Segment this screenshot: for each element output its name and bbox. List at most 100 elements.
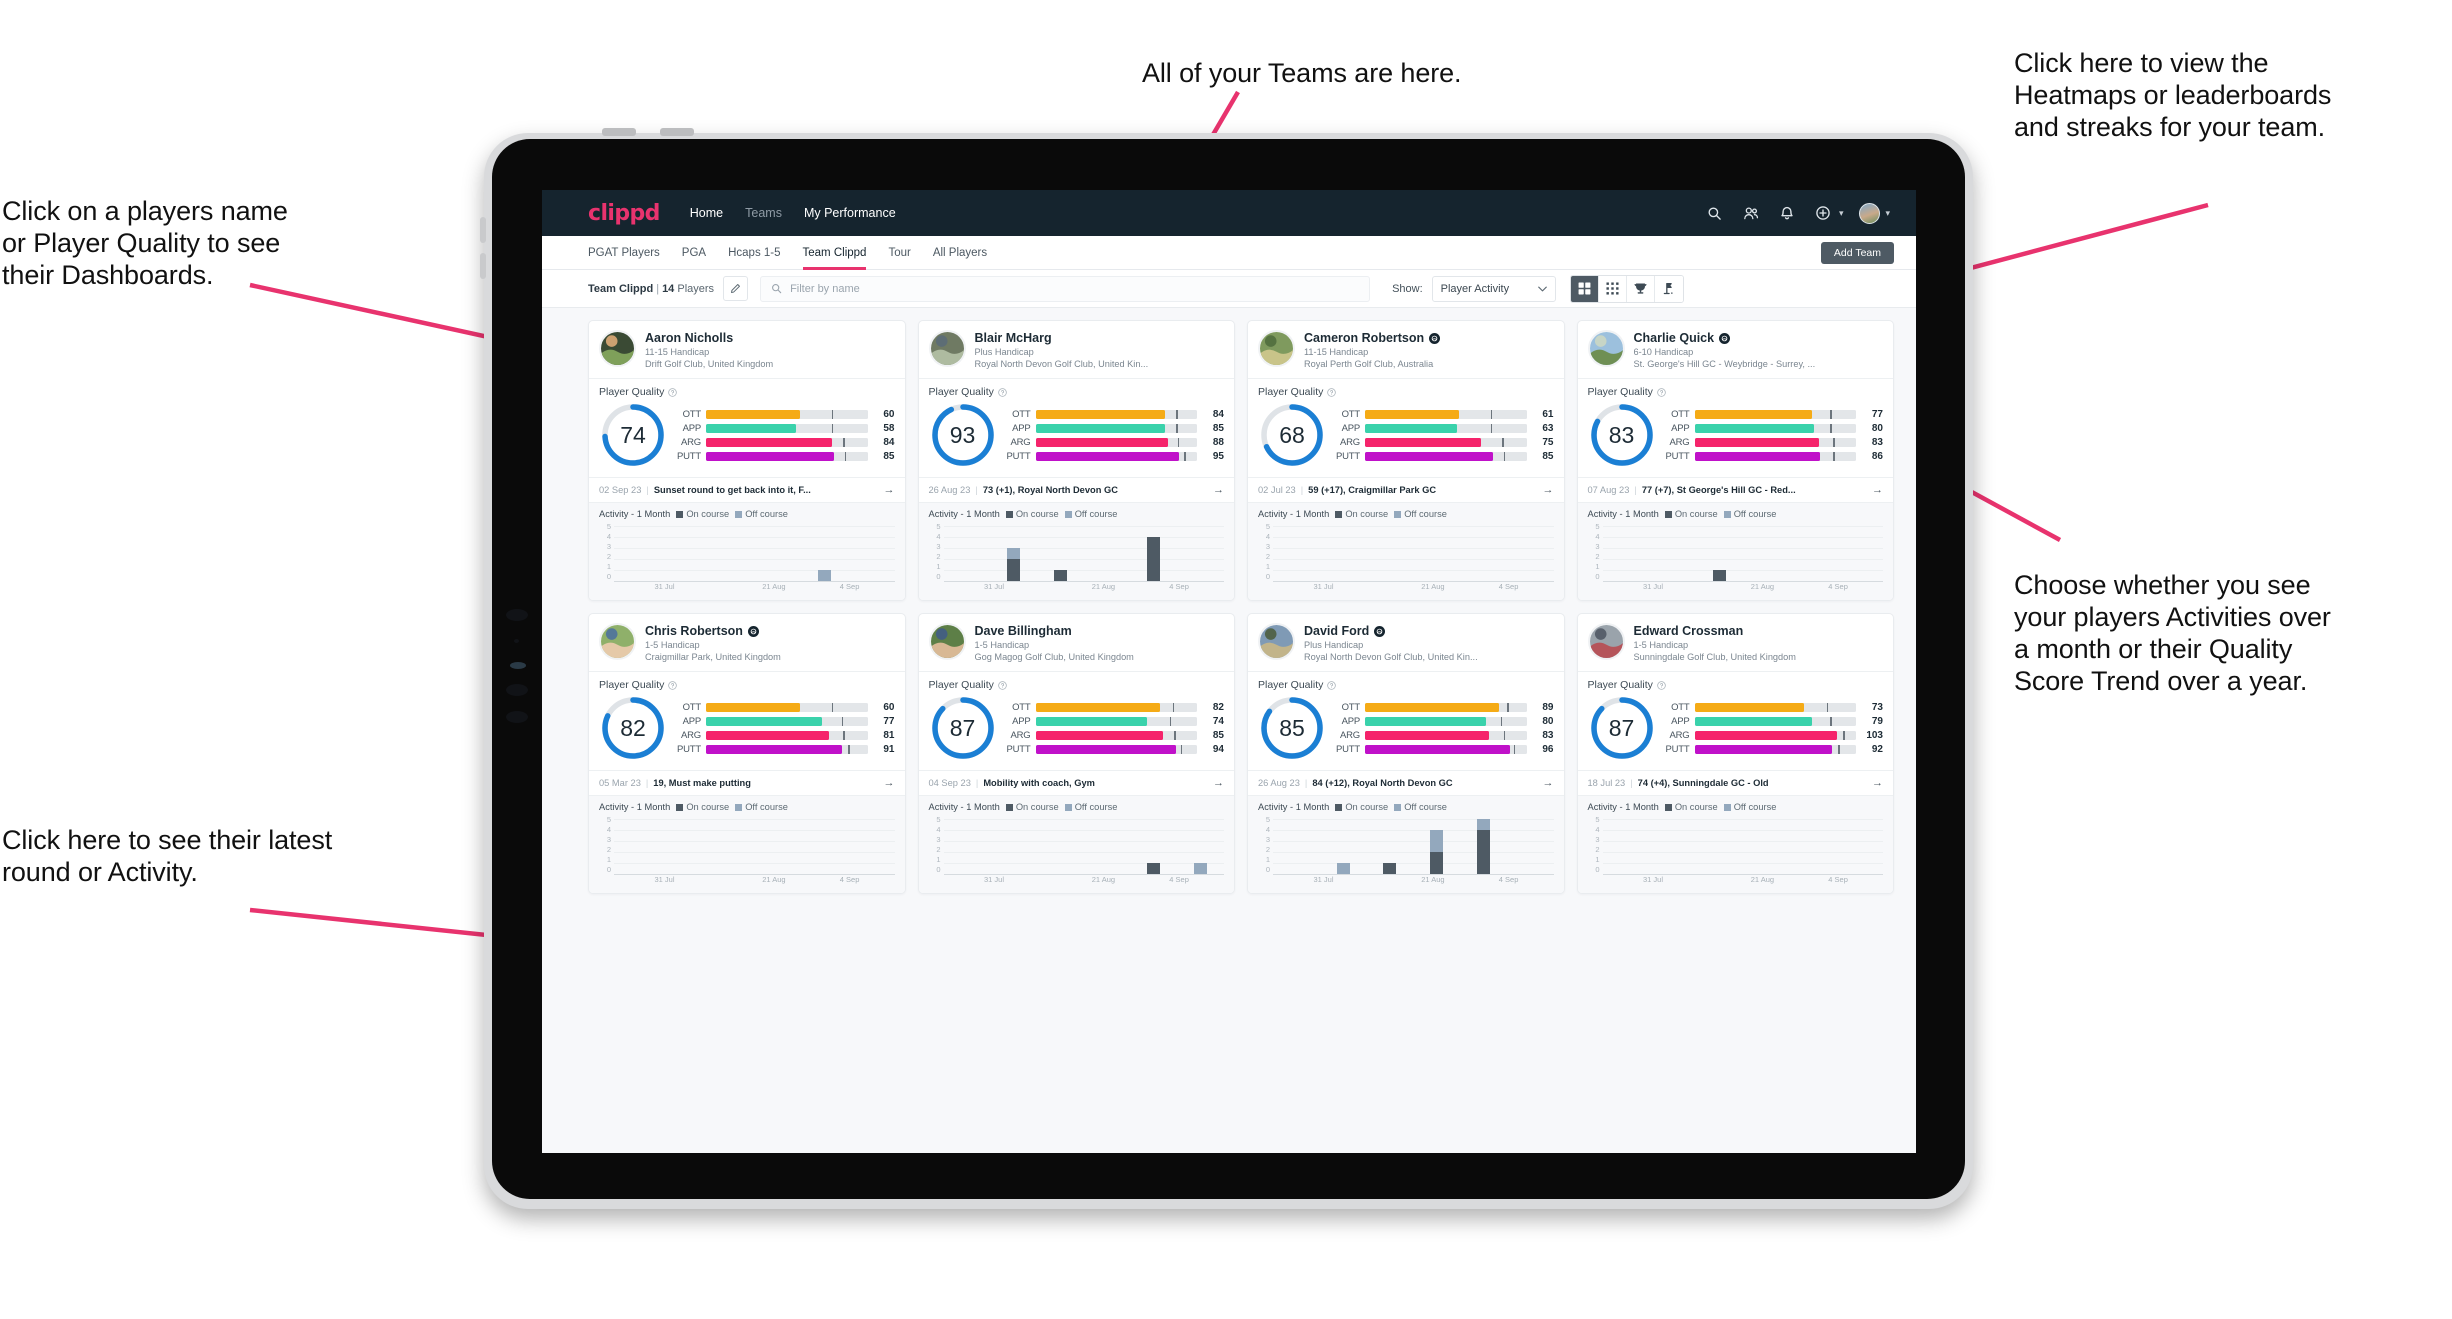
add-team-button[interactable]: Add Team [1820, 241, 1894, 264]
nav-link-teams[interactable]: Teams [745, 206, 782, 220]
activity-bar-slot [1367, 819, 1414, 874]
arrow-right-icon[interactable]: → [1872, 777, 1883, 789]
activity-bar-slot [1790, 819, 1837, 874]
quality-ring[interactable]: 74 [599, 401, 667, 469]
latest-round-row[interactable]: 07 Aug 23 | 77 (+7), St George's Hill GC… [1577, 477, 1893, 502]
plus-circle-icon[interactable] [1810, 200, 1836, 226]
player-quality-section[interactable]: Player Quality 87 OTT 82 APP 74 ARG 85 P… [919, 672, 1235, 770]
latest-round-row[interactable]: 02 Sep 23 | Sunset round to get back int… [589, 477, 905, 502]
player-name[interactable]: David Ford [1304, 624, 1478, 638]
player-quality-section[interactable]: Player Quality 82 OTT 60 APP 77 ARG 81 P… [589, 672, 905, 770]
side-button-bottom[interactable] [480, 253, 486, 279]
player-name[interactable]: Blair McHarg [975, 331, 1149, 345]
grid-view-icon[interactable] [1570, 275, 1599, 302]
dense-grid-view-icon[interactable] [1598, 275, 1627, 302]
show-select[interactable]: Player Activity [1431, 275, 1556, 302]
arrow-right-icon[interactable]: → [1213, 777, 1224, 789]
latest-round-row[interactable]: 26 Aug 23 | 73 (+1), Royal North Devon G… [918, 477, 1234, 502]
avatar[interactable] [928, 623, 966, 660]
search-icon[interactable] [1702, 200, 1728, 226]
player-name[interactable]: Aaron Nicholls [645, 331, 773, 345]
tab-tour[interactable]: Tour [888, 236, 910, 270]
search-input[interactable]: Filter by name [760, 275, 1371, 302]
people-icon[interactable] [1738, 200, 1764, 226]
player-quality-section[interactable]: Player Quality 83 OTT 77 APP 80 ARG 83 P… [1578, 379, 1894, 477]
latest-round-row[interactable]: 18 Jul 23 | 74 (+4), Sunningdale GC - Ol… [1577, 770, 1893, 795]
tab-team-clippd[interactable]: Team Clippd [802, 236, 866, 270]
player-name[interactable]: Edward Crossman [1634, 624, 1796, 638]
metric-label: ARG [681, 436, 701, 448]
player-card[interactable]: Cameron Robertson 11-15 Handicap Royal P… [1247, 320, 1565, 601]
nav-link-my-performance[interactable]: My Performance [804, 206, 896, 220]
player-card[interactable]: Dave Billingham 1-5 Handicap Gog Magog G… [917, 613, 1235, 894]
avatar[interactable] [1856, 200, 1882, 226]
arrow-right-icon[interactable]: → [1213, 484, 1224, 496]
avatar[interactable] [1587, 330, 1625, 367]
avatar[interactable] [928, 330, 966, 367]
nav-link-home[interactable]: Home [690, 206, 723, 220]
player-quality-label: Player Quality [599, 386, 895, 398]
avatar[interactable] [1258, 330, 1295, 367]
avatar[interactable] [1258, 623, 1295, 660]
tab-all-players[interactable]: All Players [933, 236, 987, 270]
player-handicap: Plus Handicap [974, 347, 1034, 357]
player-card[interactable]: Aaron Nicholls 11-15 Handicap Drift Golf… [588, 320, 906, 601]
latest-round-row[interactable]: 02 Jul 23 | 59 (+17), Craigmillar Park G… [1248, 477, 1564, 502]
player-quality-label: Player Quality [929, 679, 1225, 691]
player-card[interactable]: Edward Crossman 1-5 Handicap Sunningdale… [1576, 613, 1894, 894]
player-card[interactable]: David Ford Plus Handicap Royal North Dev… [1247, 613, 1565, 894]
quality-ring[interactable]: 87 [1588, 694, 1656, 762]
tab-pgat-players[interactable]: PGAT Players [588, 236, 660, 270]
latest-round-row[interactable]: 26 Aug 23 | 84 (+12), Royal North Devon … [1248, 770, 1564, 795]
tab-hcaps-1-5[interactable]: Hcaps 1-5 [728, 236, 780, 270]
arrow-right-icon[interactable]: → [1872, 484, 1883, 496]
chart-plot [614, 526, 895, 582]
player-club: St. George's Hill GC - Weybridge - Surre… [1633, 359, 1816, 369]
player-quality-section[interactable]: Player Quality 85 OTT 89 APP 80 ARG 83 P… [1248, 672, 1564, 770]
side-button-top[interactable] [480, 217, 486, 243]
volume-down-button[interactable] [660, 128, 694, 136]
player-card[interactable]: Charlie Quick 6-10 Handicap St. George's… [1576, 320, 1894, 601]
arrow-right-icon[interactable]: → [884, 484, 895, 496]
player-quality-section[interactable]: Player Quality 87 OTT 73 APP 79 ARG 103 … [1578, 672, 1894, 770]
player-quality-section[interactable]: Player Quality 74 OTT 60 APP 58 ARG 84 P… [589, 379, 905, 477]
activity-bar-slot [944, 819, 991, 874]
quality-ring[interactable]: 83 [1588, 401, 1656, 469]
player-name[interactable]: Charlie Quick [1634, 331, 1816, 345]
quality-ring[interactable]: 87 [929, 694, 997, 762]
player-card[interactable]: Chris Robertson 1-5 Handicap Craigmillar… [588, 613, 906, 894]
bell-icon[interactable] [1774, 200, 1800, 226]
latest-round-row[interactable]: 05 Mar 23 | 19, Must make putting → [589, 770, 905, 795]
edit-team-button[interactable] [723, 276, 749, 301]
player-name[interactable]: Dave Billingham [975, 624, 1134, 638]
player-card[interactable]: Blair McHarg Plus Handicap Royal North D… [917, 320, 1235, 601]
avatar[interactable] [599, 623, 636, 660]
player-name[interactable]: Chris Robertson [645, 624, 781, 638]
metric-label: APP [1012, 422, 1031, 434]
legend-off-course: Off course [1064, 802, 1117, 812]
quality-ring[interactable]: 82 [599, 694, 667, 762]
avatar[interactable] [1587, 623, 1625, 660]
clippd-logo[interactable]: clippd [588, 201, 660, 226]
tab-pga[interactable]: PGA [682, 236, 706, 270]
avatar-chevron-down-icon[interactable]: ▾ [1885, 208, 1890, 219]
quality-ring[interactable]: 68 [1258, 401, 1326, 469]
arrow-right-icon[interactable]: → [884, 777, 895, 789]
player-quality-section[interactable]: Player Quality 68 OTT 61 APP 63 ARG 75 P… [1248, 379, 1564, 477]
arrow-right-icon[interactable]: → [1543, 777, 1554, 789]
player-name[interactable]: Cameron Robertson [1304, 331, 1441, 345]
quality-score: 87 [1608, 714, 1635, 741]
avatar[interactable] [599, 330, 636, 367]
trophy-view-icon[interactable] [1626, 275, 1655, 302]
quality-ring[interactable]: 93 [929, 401, 997, 469]
course-flag-view-icon[interactable] [1654, 275, 1683, 302]
metric-label: ARG [1669, 729, 1690, 741]
arrow-right-icon[interactable]: → [1543, 484, 1554, 496]
activity-chart: 543210 31 Jul 21 Aug 4 Sep [929, 816, 1224, 886]
latest-round-text: 74 (+4), Sunningdale GC - Old [1637, 778, 1769, 788]
player-quality-section[interactable]: Player Quality 93 OTT 84 APP 85 ARG 88 P… [919, 379, 1235, 477]
volume-up-button[interactable] [602, 128, 636, 136]
quality-ring[interactable]: 85 [1258, 694, 1326, 762]
plus-chevron-down-icon[interactable]: ▾ [1839, 208, 1844, 219]
latest-round-row[interactable]: 04 Sep 23 | Mobility with coach, Gym → [918, 770, 1234, 795]
